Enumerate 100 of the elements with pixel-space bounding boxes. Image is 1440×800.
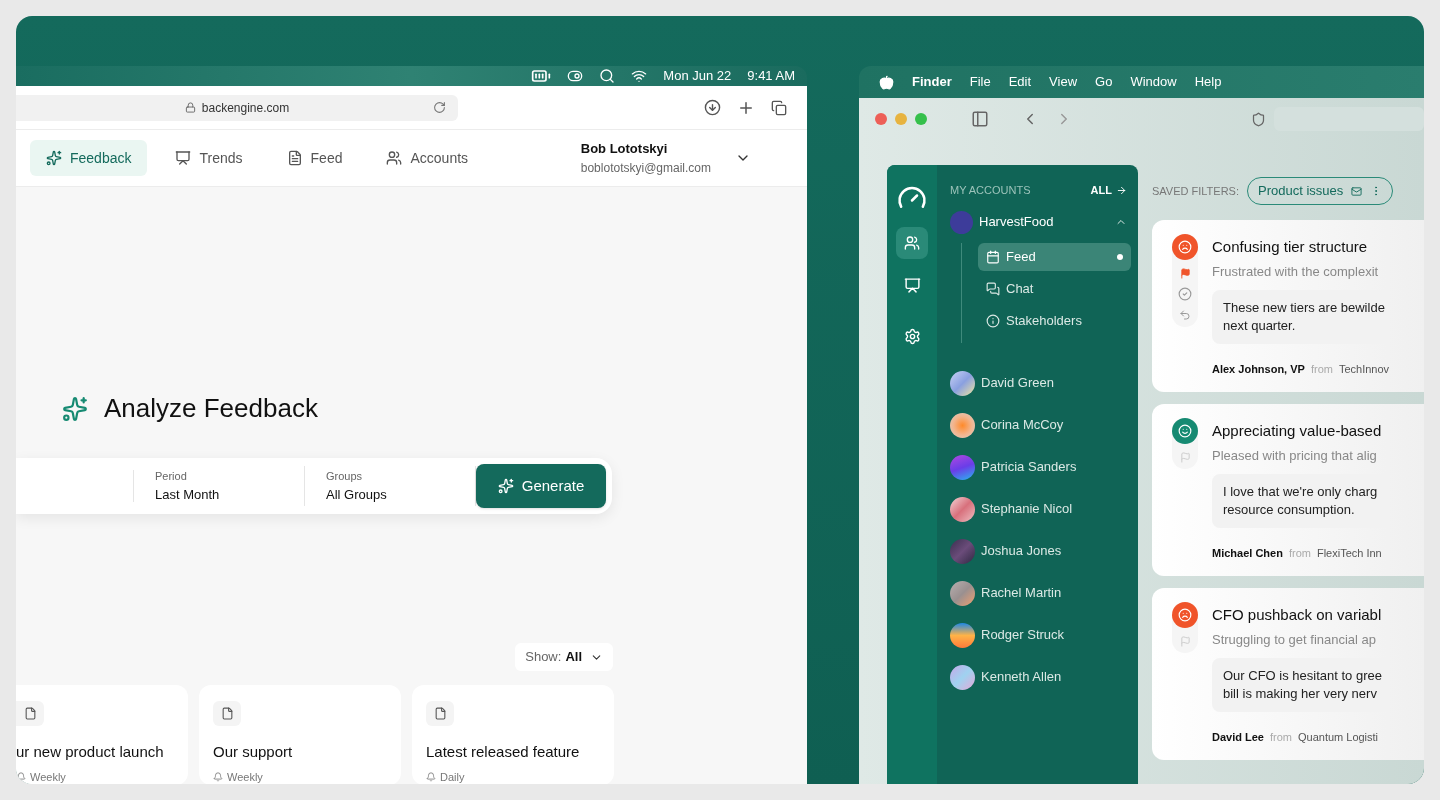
arrow-right-icon: [1116, 184, 1127, 196]
person-item[interactable]: Corina McCoy: [950, 412, 1131, 438]
nav-tab[interactable]: Feedback: [30, 140, 148, 176]
report-frequency: Daily: [440, 769, 465, 784]
page-title: Analyze Feedback: [104, 392, 318, 425]
frown-icon: [1178, 240, 1192, 254]
feedback-card[interactable]: Appreciating value-based Pleased with pricing that alig I love that we're only charg resource consumption. Michael Chen from FlexiTech Inn: [1152, 404, 1424, 576]
feedback-quote: These new tiers are bewilde next quarter.: [1212, 290, 1387, 344]
avatar: [950, 664, 975, 690]
menu-item[interactable]: Go: [1095, 72, 1113, 92]
user-name: Bob Lototskyi: [580, 140, 669, 159]
mail-icon: [1351, 185, 1363, 197]
reply-icon[interactable]: [1179, 309, 1191, 321]
avatar: [950, 454, 975, 480]
bell-icon: [16, 771, 26, 782]
lock-icon: [184, 102, 196, 113]
menu-item[interactable]: Edit: [1008, 72, 1032, 92]
company-name: TechInnov: [1338, 362, 1390, 377]
menu-item[interactable]: Window: [1130, 72, 1177, 92]
sidebar-toggle-icon[interactable]: [971, 110, 989, 128]
document-icon: [286, 150, 303, 166]
feedback-summary: Struggling to get financial ap: [1212, 630, 1378, 649]
person-item[interactable]: Patricia Sanders: [950, 454, 1131, 480]
bell-icon: [426, 771, 436, 782]
account-header[interactable]: HarvestFood: [950, 210, 1131, 234]
filter-field[interactable]: Period Last Month: [134, 466, 305, 506]
search-field[interactable]: [1274, 107, 1424, 131]
avatar: [950, 580, 975, 606]
check-icon[interactable]: [1178, 287, 1192, 301]
tabs-icon[interactable]: [771, 99, 787, 116]
account-subitem[interactable]: Stakeholders: [978, 306, 1131, 335]
close-button[interactable]: [875, 113, 887, 125]
address-text: backengine.com: [201, 99, 290, 117]
menu-bar-time: 9:41 AM: [747, 67, 795, 86]
apple-icon[interactable]: [879, 74, 894, 90]
frown-icon: [1178, 608, 1192, 622]
all-link[interactable]: ALL: [1090, 182, 1127, 199]
account-subitem[interactable]: Feed: [978, 242, 1131, 271]
account-logo: [950, 210, 973, 234]
person-item[interactable]: Rachel Martin: [950, 580, 1131, 606]
saved-filters-label: SAVED FILTERS:: [1152, 183, 1239, 199]
people-nav-button[interactable]: [896, 227, 928, 259]
report-title: ur new product launch: [16, 742, 165, 762]
address-bar[interactable]: backengine.com: [16, 94, 458, 121]
show-filter-dropdown[interactable]: Show: All: [515, 643, 613, 671]
nav-tab[interactable]: Feed: [270, 140, 359, 176]
report-frequency: Weekly: [30, 769, 66, 784]
feedback-summary: Frustrated with the complexit: [1212, 262, 1380, 281]
avatar: [950, 370, 975, 396]
company-name: FlexiTech Inn: [1316, 546, 1382, 561]
feedback-card[interactable]: Confusing tier structure Frustrated with the complexit These new tiers are bewilde next quarter. Alex Johnson, VP from TechInnov: [1152, 220, 1424, 392]
report-card[interactable]: ur new product launch Weekly: [16, 685, 188, 784]
control-center-icon: [567, 68, 584, 84]
filter-value: Last Month: [155, 485, 221, 504]
menu-item[interactable]: File: [969, 72, 991, 92]
search-icon: [599, 68, 616, 84]
bell-icon: [213, 771, 223, 782]
chat-icon: [986, 281, 1000, 296]
feedback-card[interactable]: CFO pushback on variabl Struggling to get financial ap Our CFO is hesitant to gree bill is making her very nerv David Lee from Quantum Logisti: [1152, 588, 1424, 760]
report-card[interactable]: Our support Weekly: [199, 685, 401, 784]
menu-item[interactable]: Help: [1194, 72, 1222, 92]
report-title: Latest released feature: [426, 742, 581, 762]
info-icon: [986, 313, 1000, 328]
filter-label: Period: [155, 469, 188, 484]
report-title: Our support: [213, 742, 294, 762]
author-name: David Lee: [1212, 730, 1264, 745]
person-item[interactable]: Stephanie Nicol: [950, 496, 1131, 522]
shield-icon[interactable]: [1251, 111, 1266, 127]
person-item[interactable]: Kenneth Allen: [950, 664, 1131, 690]
nav-tab[interactable]: Trends: [159, 140, 259, 176]
sparkle-icon: [497, 478, 514, 494]
download-icon[interactable]: [704, 99, 721, 116]
person-item[interactable]: Joshua Jones: [950, 538, 1131, 564]
menu-app-name[interactable]: Finder: [912, 72, 952, 92]
reload-icon[interactable]: [433, 101, 446, 114]
chart-icon[interactable]: [903, 277, 921, 294]
person-item[interactable]: Rodger Struck: [950, 622, 1131, 648]
people-icon: [904, 235, 920, 251]
company-name: Quantum Logisti: [1297, 730, 1379, 745]
feedback-title: Confusing tier structure: [1212, 237, 1369, 257]
from-label: from: [1310, 362, 1333, 377]
calendar-icon: [986, 249, 1000, 264]
report-card[interactable]: Latest released feature Daily: [412, 685, 614, 784]
avatar: [950, 496, 975, 522]
file-icon: [433, 707, 447, 720]
avatar: [950, 622, 975, 648]
generate-button[interactable]: Generate: [476, 464, 606, 508]
filter-value: All Groups: [326, 485, 388, 504]
flag-icon[interactable]: [1179, 268, 1191, 279]
person-item[interactable]: David Green: [950, 370, 1131, 396]
settings-icon[interactable]: [903, 328, 921, 345]
account-name: HarvestFood: [979, 213, 1054, 232]
avatar: [950, 538, 975, 564]
menu-bar-date: Mon Jun 22: [663, 67, 732, 86]
author-name: Michael Chen: [1212, 546, 1283, 561]
from-label: from: [1288, 546, 1311, 561]
avatar: [950, 412, 975, 438]
account-subitem[interactable]: Chat: [978, 274, 1131, 303]
nav-tab[interactable]: Accounts: [370, 140, 485, 176]
menu-item[interactable]: View: [1049, 72, 1078, 92]
